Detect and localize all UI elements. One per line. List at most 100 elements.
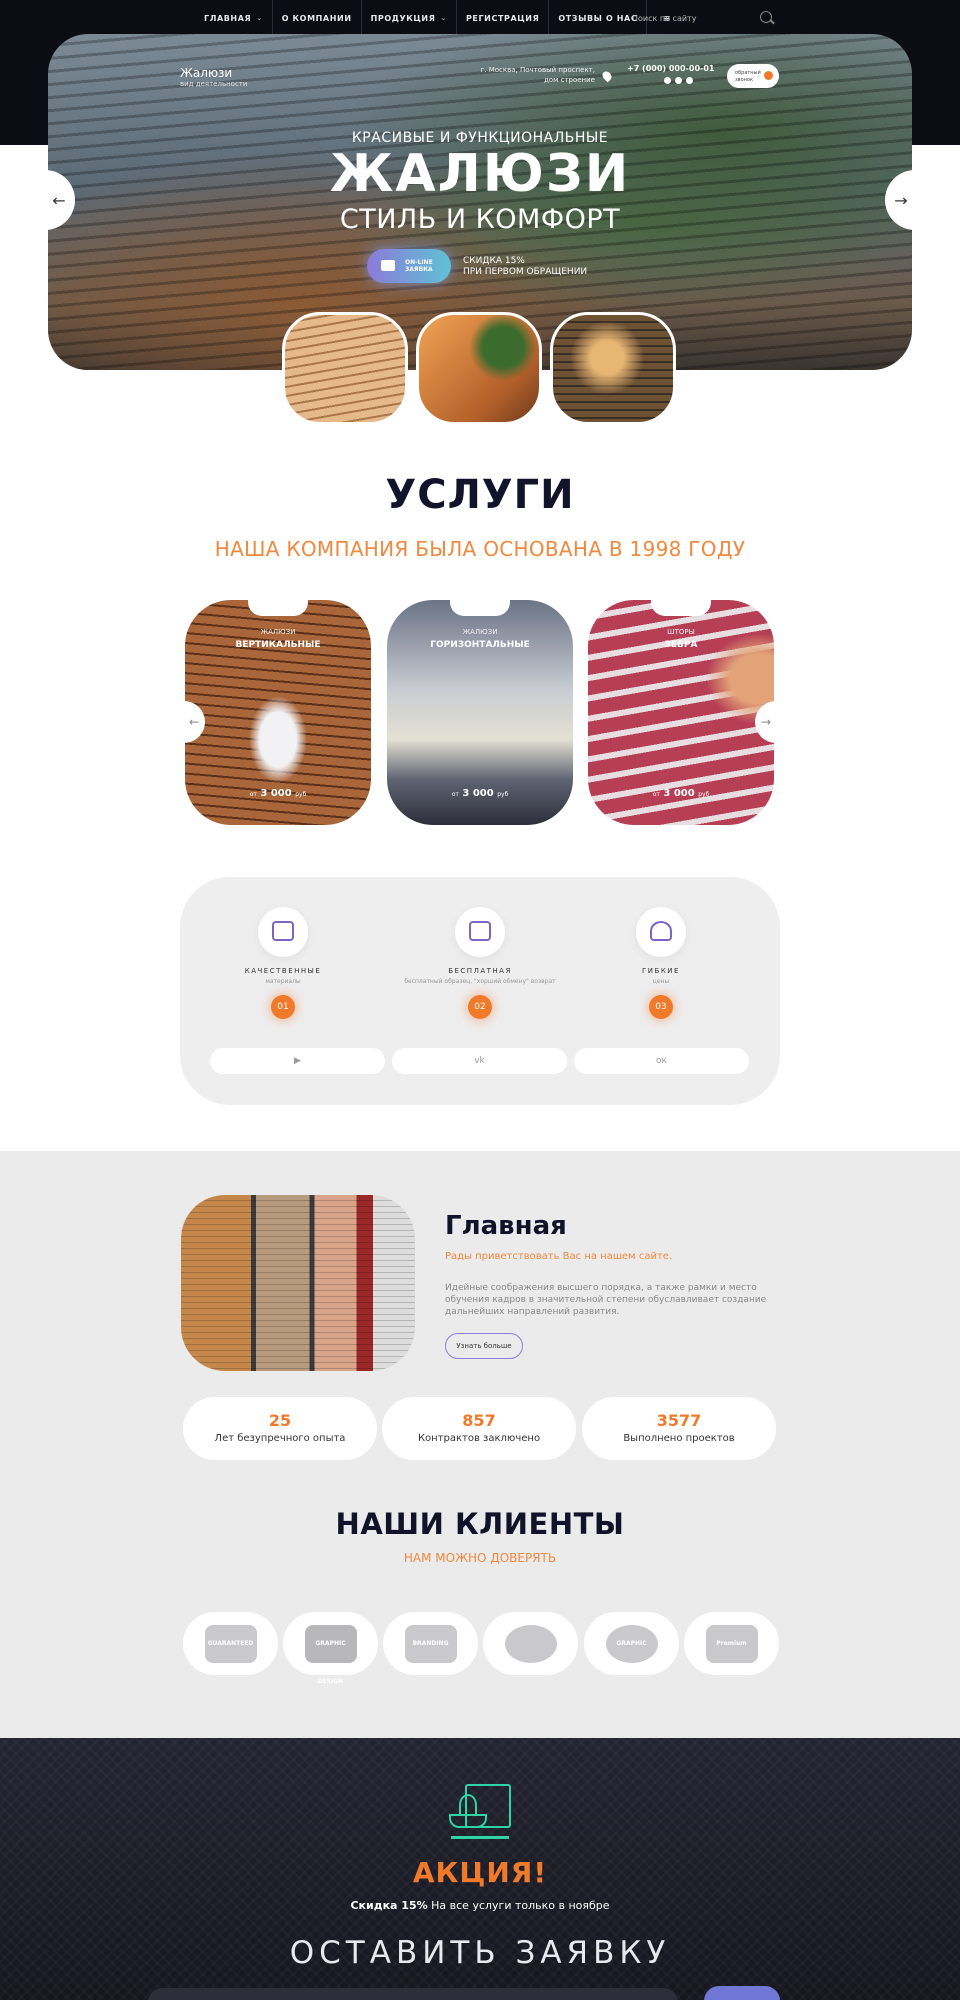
client-logo[interactable]: BRANDING [383,1612,478,1675]
client-logo[interactable]: GUARANTEED [183,1612,278,1675]
odnoklassniki-icon[interactable]: ок [574,1048,749,1074]
feature-number: 02 [468,995,492,1019]
whatsapp-icon[interactable] [675,77,682,84]
nav-item-home[interactable]: ГЛАВНАЯ ⌄ [195,0,273,36]
price-value: 3 000 [260,788,292,799]
vk-icon[interactable]: vk [392,1048,567,1074]
promo-title: АКЦИЯ! [412,1856,548,1889]
stat-label: Лет безупречного опыта [214,1433,346,1444]
nav-item-label: ОТЗЫВЫ О НАС [558,13,638,23]
viber-icon[interactable] [686,77,693,84]
service-category: ЖАЛЮЗИ [462,628,498,636]
nav-item-label: РЕГИСТРАЦИЯ [465,13,540,23]
client-logo[interactable]: GRAPHIC DESIGN [283,1612,378,1685]
telegram-icon[interactable] [664,77,671,84]
price-prefix: от [249,791,257,798]
service-category: ЖАЛЮЗИ [260,628,296,636]
about-title: Главная [445,1211,567,1241]
request-name-field[interactable] [148,1988,678,2000]
search-icon[interactable] [760,11,772,23]
page: ГЛАВНАЯ ⌄ О КОМПАНИИ ПРОДУКЦИЯ ⌄ РЕГИСТРАЦ… [0,0,960,2000]
service-card-zebra[interactable]: ШТОРЫ ЗЕБРА от 3 000 руб [588,600,774,825]
messenger-icons [664,77,693,84]
stat-label: Контрактов заключено [417,1433,541,1444]
price-currency: руб [295,791,307,798]
discount-line1: СКИДКА 15% [463,256,525,266]
stat-card: 25 Лет безупречного опыта [183,1397,377,1460]
online-request-label: ON-LINE ЗАЯВКА [405,259,433,274]
request-title: ОСТАВИТЬ ЗАЯВКУ [289,1935,671,1971]
stat-value: 25 [268,1411,292,1430]
youtube-icon[interactable]: ▶ [210,1048,385,1074]
price-value: 3 000 [663,788,695,799]
chevron-down-icon: ⌄ [256,14,263,22]
about-text: Идейные соображения высшего порядка, а т… [445,1283,767,1318]
callback-button[interactable]: обратный звонок [727,64,779,88]
hero-title: ЖАЛЮЗИ [329,144,631,204]
client-logo-text: GRAPHIC [605,1624,658,1663]
client-logo-text [504,1624,557,1663]
feature-free: БЕСПЛАТНАЯ бесплатный образец, "хорший о… [395,907,565,1019]
client-logo-text: Premium [705,1624,758,1663]
address-text: г. Москва, Почтовый проспект, дом строен… [480,66,595,84]
request-submit-button[interactable] [704,1986,780,2000]
about-subtitle: Рады приветствовать Вас на нашем сайте. [445,1251,673,1262]
logo-subtitle: вид деятельности [180,80,248,88]
client-logo-text: GRAPHIC DESIGN [304,1624,357,1685]
price-prefix: от [451,791,459,798]
heart-icon [636,907,686,957]
card-notch [450,600,510,616]
feature-number: 03 [649,995,673,1019]
phone-link[interactable]: +7 (000) 000-00-01 [627,64,714,73]
discount-text: СКИДКА 15% ПРИ ПЕРВОМ ОБРАЩЕНИИ [463,256,587,279]
nav-item-about[interactable]: О КОМПАНИИ [273,0,362,36]
client-logo-text: BRANDING [404,1624,457,1663]
service-price: от 3 000 руб [588,788,774,799]
learn-more-button[interactable]: Узнать больше [445,1333,523,1359]
features-card: КАЧЕСТВЕННЫЕ материалы 01 БЕСПЛАТНАЯ бес… [180,877,780,1105]
service-name: ГОРИЗОНТАЛЬНЫЕ [430,640,530,650]
client-logo[interactable]: Premium [684,1612,779,1675]
client-logo[interactable]: GRAPHIC [584,1612,679,1675]
service-price: от 3 000 руб [185,788,371,799]
phone-icon [764,71,773,80]
hero-thumbnail-3[interactable] [550,312,676,425]
promo-discount: Скидка 15% [350,1899,428,1912]
hero-thumbnail-1[interactable] [282,312,408,425]
feature-title: ГИБКИЕ [642,967,680,975]
window-blind-icon [455,907,505,957]
feature-flexible: ГИБКИЕ цены 03 [576,907,746,1019]
service-price: от 3 000 руб [387,788,573,799]
service-category: ШТОРЫ [667,628,695,636]
service-card-vertical[interactable]: ЖАЛЮЗИ ВЕРТИКАЛЬНЫЕ от 3 000 руб [185,600,371,825]
services-title: УСЛУГИ [385,472,575,518]
discount-line2: ПРИ ПЕРВОМ ОБРАЩЕНИИ [463,267,588,278]
stat-value: 857 [462,1411,496,1430]
hero-tagline: СТИЛЬ И КОМФОРТ [339,204,621,235]
feature-number: 01 [271,995,295,1019]
card-notch [651,600,711,616]
price-value: 3 000 [462,788,494,799]
nav-item-registration[interactable]: РЕГИСТРАЦИЯ [457,0,550,36]
feature-quality: КАЧЕСТВЕННЫЕ материалы 01 [198,907,368,1019]
clients-title: НАШИ КЛИЕНТЫ [335,1507,625,1541]
nav-item-label: ГЛАВНАЯ [204,13,252,23]
online-request-button[interactable]: ON-LINE ЗАЯВКА [367,249,451,283]
nav-item-products[interactable]: ПРОДУКЦИЯ ⌄ [362,0,457,36]
stat-value: 3577 [656,1411,702,1430]
house-icon [258,907,308,957]
price-prefix: от [652,791,660,798]
client-logo[interactable] [483,1612,578,1675]
stat-label: Выполнено проектов [623,1433,735,1444]
feature-subtitle: цены [652,978,670,985]
chevron-down-icon: ⌄ [440,14,447,22]
callback-label: обратный звонок [735,70,761,83]
card-notch [248,600,308,616]
service-card-horizontal[interactable]: ЖАЛЮЗИ ГОРИЗОНТАЛЬНЫЕ от 3 000 руб [387,600,573,825]
price-currency: руб [497,791,509,798]
hero-thumbnail-2[interactable] [416,312,542,425]
site-logo[interactable]: Жалюзи вид деятельности [180,66,247,88]
plant-window-icon [449,1784,511,1844]
promo-note: На все услуги только в ноябре [427,1899,610,1912]
envelope-icon [381,260,395,271]
